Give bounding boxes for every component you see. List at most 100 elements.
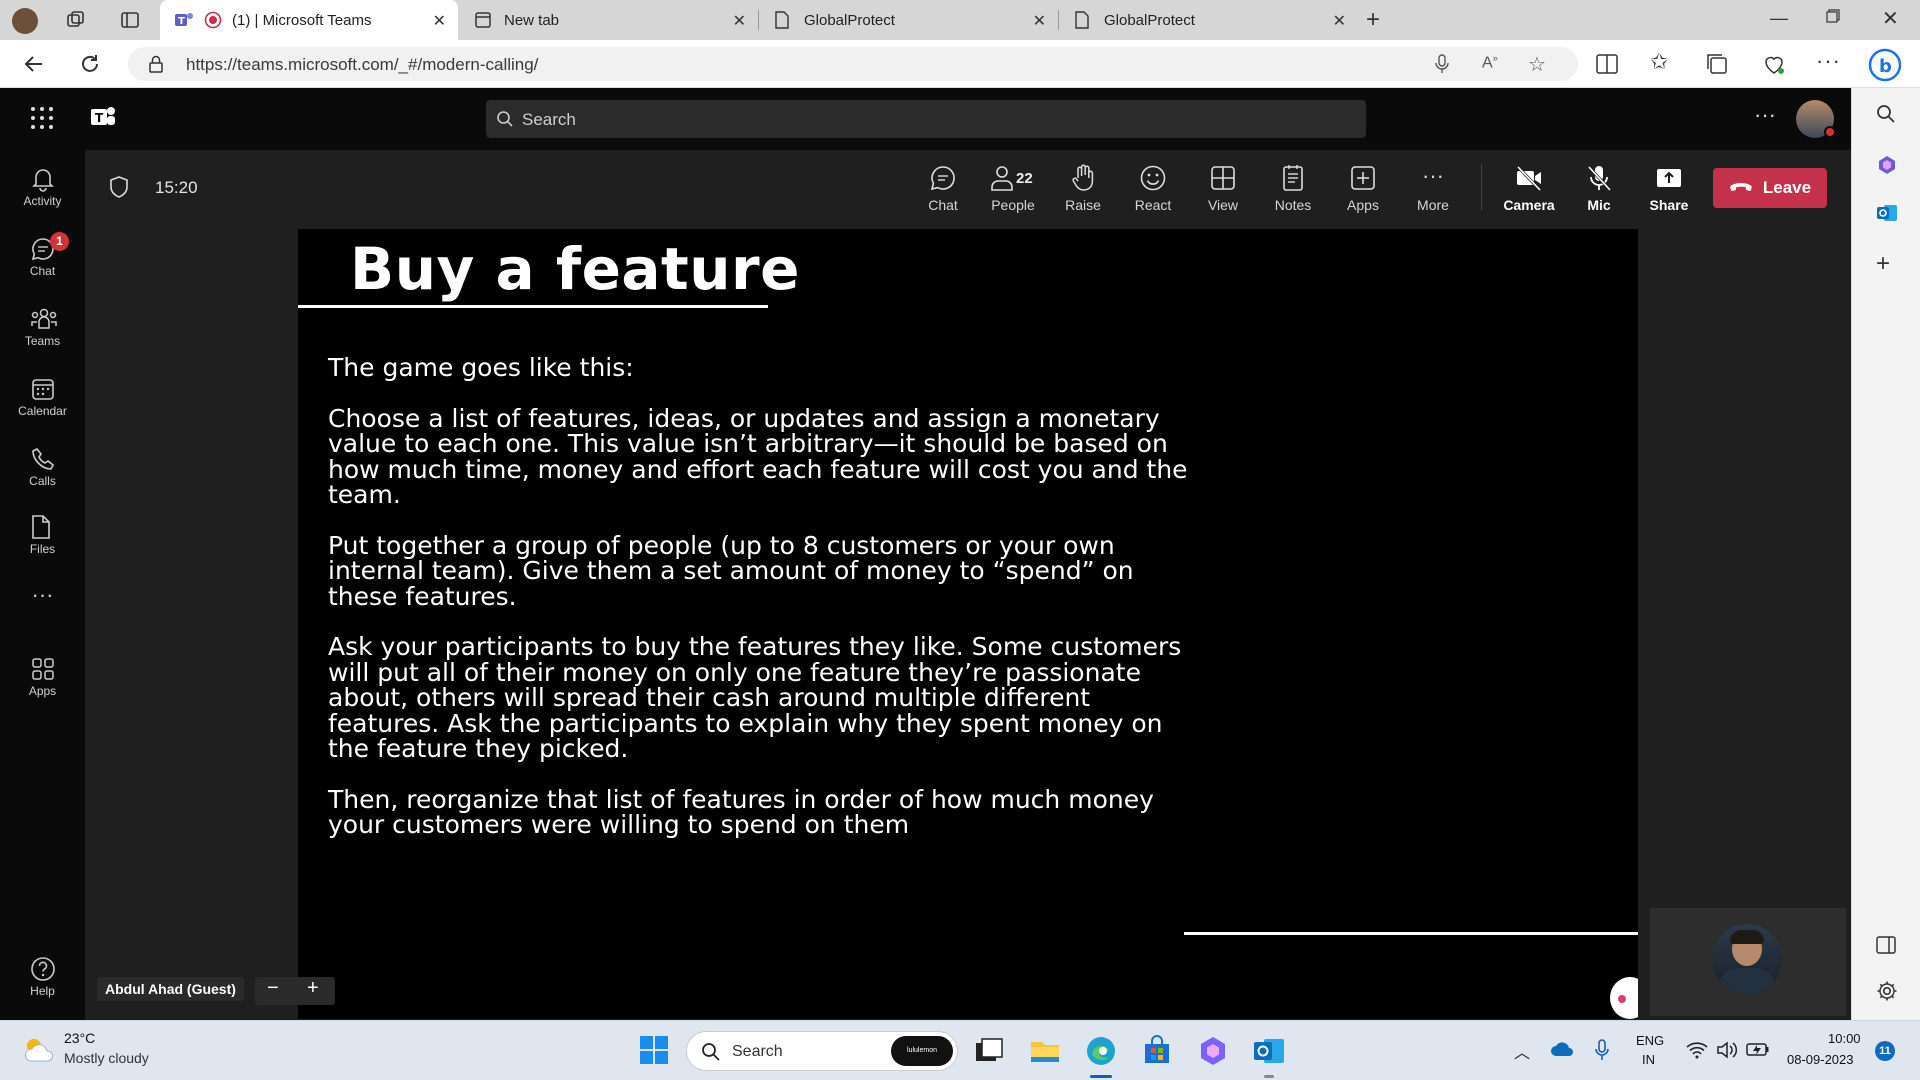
rail-item-apps[interactable]: Apps	[0, 650, 85, 714]
rail-item-calendar[interactable]: Calendar	[0, 370, 85, 434]
search-icon[interactable]	[1876, 104, 1896, 124]
slide-paragraph: Then, reorganize that list of features i…	[328, 784, 1154, 839]
close-tab-icon[interactable]: ✕	[1033, 11, 1046, 31]
favorites-icon[interactable]: ✩	[1650, 49, 1668, 75]
mic-button[interactable]: Mic	[1567, 160, 1631, 220]
apps-label: Apps	[1347, 197, 1379, 213]
tab-teams[interactable]: T (1) | Microsoft Teams ✕	[160, 0, 458, 40]
address-bar-row: https://teams.microsoft.com/_#/modern-ca…	[0, 40, 1920, 88]
rail-more-apps[interactable]: ···	[0, 582, 85, 612]
user-avatar[interactable]	[1796, 100, 1836, 138]
outlook-icon[interactable]	[1876, 202, 1898, 224]
restore-button[interactable]	[1826, 9, 1840, 23]
rail-item-calls[interactable]: Calls	[0, 440, 85, 504]
outlook-icon[interactable]	[1252, 1034, 1286, 1068]
hide-sidebar-icon[interactable]	[1876, 936, 1896, 954]
search-icon	[701, 1042, 721, 1062]
bell-icon	[30, 166, 56, 192]
more-actions-button[interactable]: ··· More	[1401, 160, 1465, 220]
weather-temperature: 23°C	[64, 1030, 96, 1046]
shield-icon[interactable]	[109, 176, 129, 198]
rail-item-teams[interactable]: Teams	[0, 300, 85, 364]
tab-actions-icon[interactable]	[120, 10, 140, 30]
raise-hand-icon	[1068, 163, 1098, 193]
settings-more-icon[interactable]: ···	[1816, 48, 1841, 74]
profile-avatar[interactable]	[12, 8, 38, 34]
bing-copilot-icon[interactable]: b	[1868, 48, 1902, 82]
chevron-up-icon[interactable]: ︿	[1514, 1039, 1530, 1063]
collections-icon[interactable]	[1706, 53, 1728, 75]
raise-hand-button[interactable]: Raise	[1051, 160, 1115, 220]
windows-start-icon[interactable]	[638, 1034, 670, 1066]
lock-icon[interactable]	[148, 55, 164, 73]
copilot-icon[interactable]	[1876, 154, 1898, 176]
page-icon	[774, 11, 792, 29]
tab-globalprotect-1[interactable]: GlobalProtect ✕	[760, 0, 1058, 40]
close-tab-icon[interactable]: ✕	[1333, 11, 1346, 31]
chat-button[interactable]: Chat	[911, 160, 975, 220]
gear-icon[interactable]	[1876, 980, 1898, 1002]
rail-label: Calendar	[18, 404, 67, 418]
more-icon: ···	[31, 582, 54, 607]
slide-corner-graphic	[1610, 977, 1638, 1019]
self-video-tile[interactable]	[1650, 908, 1846, 1016]
new-tab-button[interactable]: +	[1366, 6, 1380, 34]
people-button[interactable]: 22 People	[981, 160, 1045, 220]
view-button[interactable]: View	[1191, 160, 1255, 220]
battery-icon[interactable]	[1746, 1041, 1770, 1057]
volume-icon[interactable]	[1716, 1040, 1738, 1060]
zoom-in-button[interactable]: +	[307, 977, 319, 1000]
add-sidebar-app-icon[interactable]: +	[1876, 250, 1890, 278]
weather-cloud-icon[interactable]	[22, 1035, 56, 1065]
svg-text:b: b	[1879, 56, 1892, 77]
microphone-icon[interactable]	[1434, 54, 1450, 74]
rail-item-chat[interactable]: 1 Chat	[0, 230, 85, 294]
teams-search-input[interactable]: Search	[486, 100, 1366, 138]
wifi-icon[interactable]	[1686, 1041, 1708, 1059]
input-region: IN	[1642, 1052, 1655, 1067]
share-screen-icon	[1654, 163, 1684, 193]
clock-time[interactable]: 10:00	[1828, 1031, 1861, 1046]
close-window-button[interactable]: ✕	[1882, 6, 1899, 31]
back-icon[interactable]	[22, 52, 46, 76]
react-button[interactable]: React	[1121, 160, 1185, 220]
camera-button[interactable]: Camera	[1497, 160, 1561, 220]
split-screen-icon[interactable]	[1596, 54, 1618, 74]
microphone-icon[interactable]	[1594, 1039, 1610, 1061]
new-tab-icon	[474, 11, 492, 29]
minimize-button[interactable]: —	[1770, 8, 1788, 29]
close-tab-icon[interactable]: ✕	[433, 11, 446, 31]
notes-button[interactable]: Notes	[1261, 160, 1325, 220]
workspaces-icon[interactable]	[66, 10, 86, 30]
tab-globalprotect-2[interactable]: GlobalProtect ✕	[1060, 0, 1358, 40]
settings-more-icon[interactable]: ···	[1754, 102, 1776, 128]
read-aloud-icon[interactable]: A»	[1482, 53, 1498, 72]
share-button[interactable]: Share	[1637, 160, 1701, 220]
close-tab-icon[interactable]: ✕	[733, 11, 746, 31]
leave-button[interactable]: Leave	[1713, 168, 1827, 208]
notification-count-badge[interactable]: 11	[1875, 1041, 1895, 1061]
taskbar-search-input[interactable]: Search lululemon	[686, 1031, 958, 1071]
rail-item-help[interactable]: Help	[0, 950, 85, 1014]
input-language[interactable]: ENG	[1636, 1033, 1664, 1048]
zoom-out-button[interactable]: −	[267, 977, 279, 1000]
hang-up-icon	[1729, 181, 1753, 195]
apps-button[interactable]: Apps	[1331, 160, 1395, 220]
app-launcher-icon[interactable]	[30, 106, 54, 130]
onedrive-cloud-icon[interactable]	[1550, 1041, 1574, 1057]
microsoft-store-icon[interactable]	[1140, 1034, 1174, 1068]
task-view-icon[interactable]	[972, 1034, 1006, 1068]
favorite-star-icon[interactable]: ☆	[1528, 52, 1546, 77]
copilot-icon[interactable]	[1196, 1034, 1230, 1068]
file-explorer-icon[interactable]	[1028, 1034, 1062, 1068]
url-field[interactable]: https://teams.microsoft.com/_#/modern-ca…	[128, 47, 1578, 81]
tab-label: GlobalProtect	[804, 11, 895, 29]
notes-icon	[1278, 163, 1308, 193]
browser-essentials-icon[interactable]	[1762, 52, 1786, 76]
clock-date[interactable]: 08-09-2023	[1787, 1052, 1854, 1067]
refresh-icon[interactable]	[78, 52, 102, 76]
rail-item-activity[interactable]: Activity	[0, 160, 85, 224]
edge-browser-icon[interactable]	[1084, 1034, 1118, 1068]
tab-new-tab[interactable]: New tab ✕	[460, 0, 758, 40]
rail-item-files[interactable]: Files	[0, 508, 85, 572]
